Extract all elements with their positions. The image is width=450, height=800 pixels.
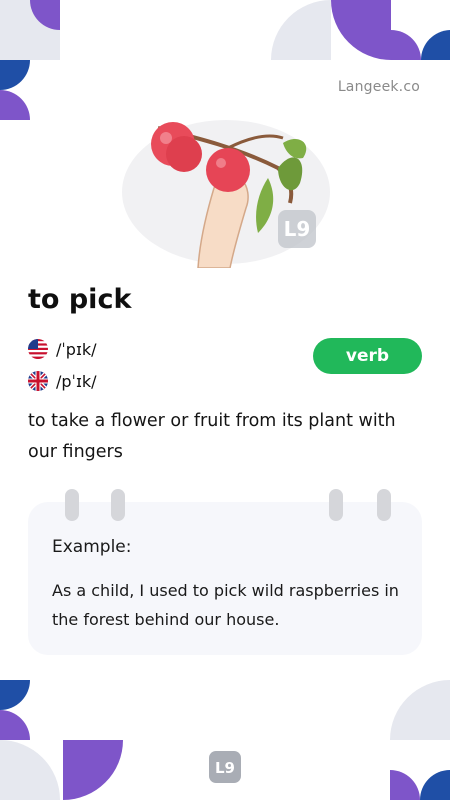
langeek-logo-icon: L9 bbox=[209, 751, 241, 783]
pronunciation-uk[interactable]: /pˈɪk/ bbox=[28, 371, 97, 391]
brand-site-label: Langeek.co bbox=[337, 79, 420, 95]
card-ring bbox=[111, 489, 125, 521]
card-ring bbox=[65, 489, 79, 521]
definition-text: to take a flower or fruit from its plant… bbox=[28, 411, 396, 462]
entry-word: to pick bbox=[28, 284, 132, 315]
svg-text:L9: L9 bbox=[215, 759, 235, 777]
card-ring bbox=[329, 489, 343, 521]
example-sentence: As a child, I used to pick wild raspberr… bbox=[52, 581, 399, 629]
pronunciation-us-ipa: /ˈpɪk/ bbox=[56, 339, 97, 359]
pronunciation-uk-ipa: /pˈɪk/ bbox=[56, 371, 97, 391]
svg-text:L9: L9 bbox=[284, 217, 311, 241]
uk-flag-icon bbox=[28, 371, 48, 391]
part-of-speech-badge: verb bbox=[313, 338, 422, 374]
example-label: Example: bbox=[52, 537, 132, 557]
card-ring bbox=[377, 489, 391, 521]
word-illustration: L9 bbox=[122, 120, 330, 268]
pronunciation-us[interactable]: /ˈpɪk/ bbox=[28, 339, 97, 359]
us-flag-icon bbox=[28, 339, 48, 359]
